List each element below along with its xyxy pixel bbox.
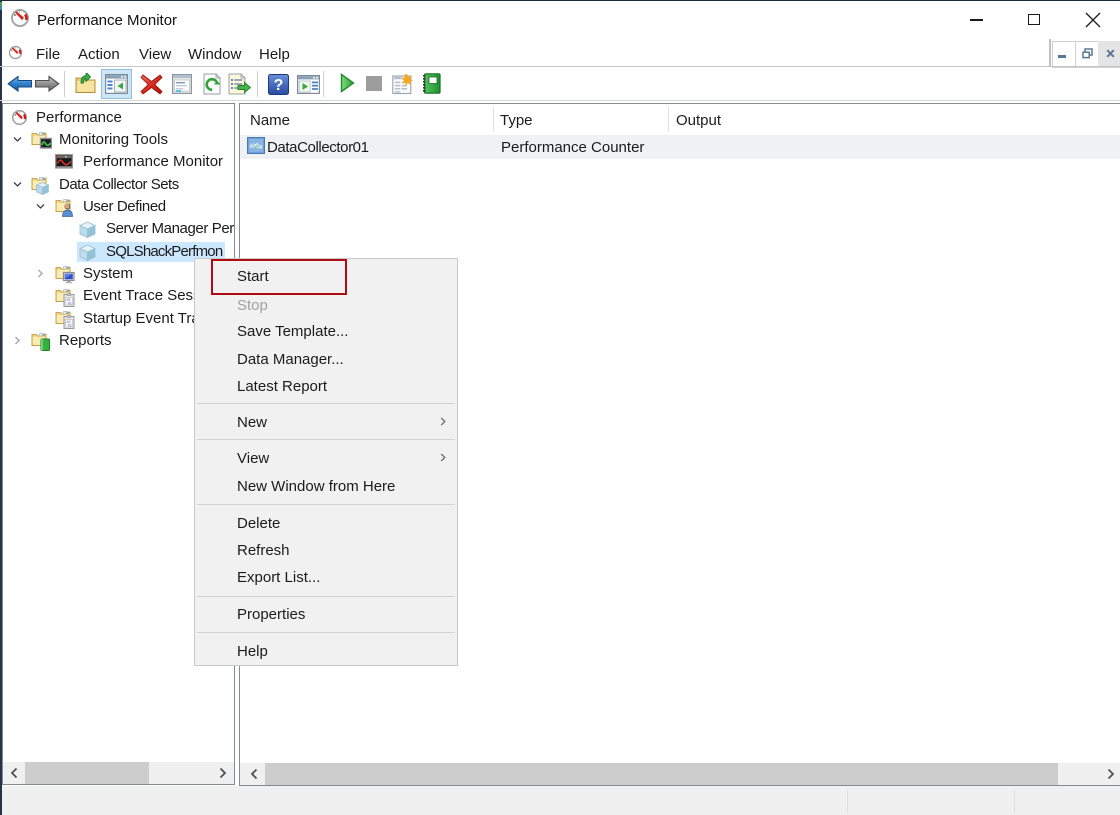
- svg-text:01: 01: [68, 324, 72, 328]
- svg-text:01: 01: [68, 302, 72, 306]
- svg-text:?: ?: [274, 77, 284, 94]
